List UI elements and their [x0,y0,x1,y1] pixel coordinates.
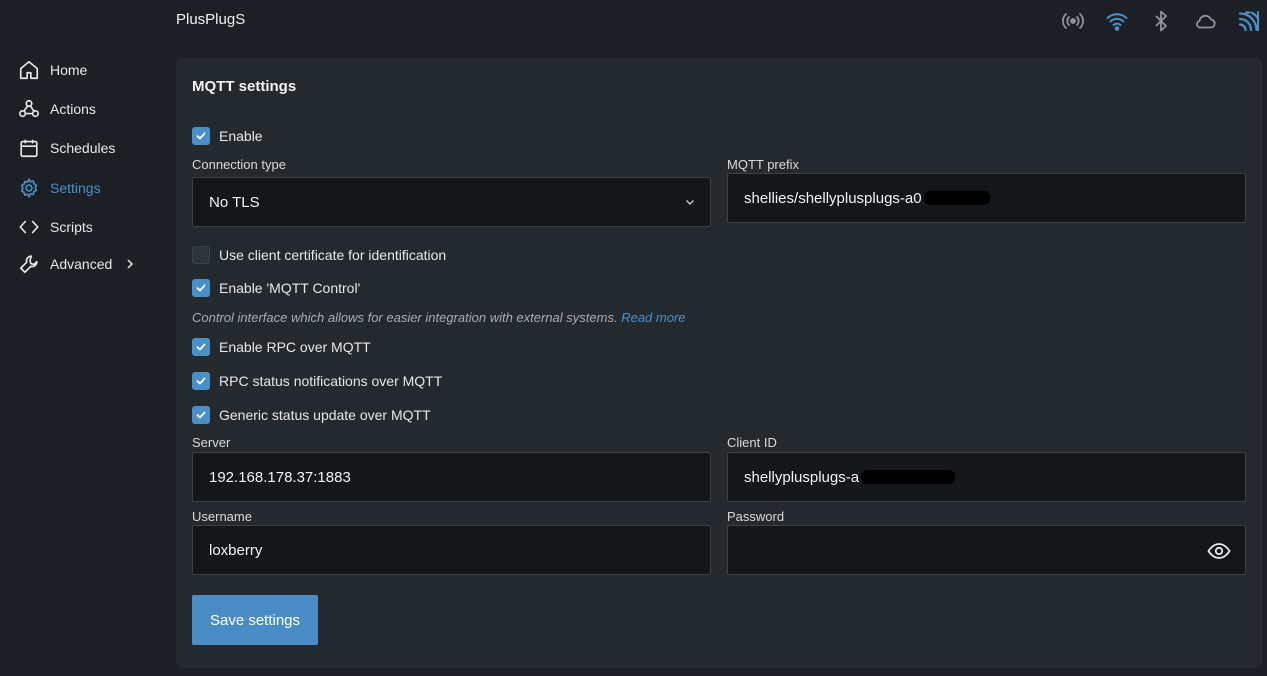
gear-icon [20,178,38,198]
show-password-icon[interactable] [1207,539,1231,563]
wifi-icon[interactable] [1105,8,1129,34]
sidebar-item-actions[interactable]: Actions [18,96,96,122]
sidebar: Home Actions Schedules Settings Scripts … [0,0,170,676]
enable-checkbox-row[interactable]: Enable [192,126,263,146]
rpc-status-label: RPC status notifications over MQTT [219,373,443,389]
app-root: Home Actions Schedules Settings Scripts … [0,0,1267,676]
connection-type-value: No TLS [209,193,260,211]
connection-type-label: Connection type [192,157,286,172]
enable-label: Enable [219,128,263,144]
sidebar-item-label: Home [50,62,88,78]
mqtt-prefix-input[interactable]: shellies/shellyplusplugs-a0 [727,173,1246,223]
mqtt-feed-icon[interactable] [1237,8,1261,34]
sidebar-item-label: Settings [50,180,101,196]
generic-status-checkbox-row[interactable]: Generic status update over MQTT [192,405,431,425]
rpc-status-checkbox[interactable] [192,372,210,390]
server-label: Server [192,435,231,450]
mqtt-settings-panel: MQTT settings Enable Connection type No … [176,58,1262,668]
sidebar-item-schedules[interactable]: Schedules [18,135,115,161]
broadcast-icon[interactable] [1061,8,1085,34]
rpc-label: Enable RPC over MQTT [219,339,371,355]
hint-text: Control interface which allows for easie… [192,310,618,325]
calendar-icon [20,139,38,158]
checkmark-icon [196,343,206,351]
client-cert-checkbox-row[interactable]: Use client certificate for identificatio… [192,245,446,265]
panel-title: MQTT settings [192,78,297,95]
password-label: Password [727,509,785,524]
chevron-down-icon [686,200,694,205]
sidebar-item-label: Scripts [50,219,93,235]
password-input[interactable] [727,525,1246,575]
sidebar-item-scripts[interactable]: Scripts [18,214,93,240]
mqtt-control-label: Enable 'MQTT Control' [219,280,361,296]
checkmark-icon [196,411,206,419]
chevron-right-icon [127,259,134,269]
rpc-checkbox-row[interactable]: Enable RPC over MQTT [192,337,371,357]
device-title: PlusPlugS [176,11,246,28]
bluetooth-icon[interactable] [1149,8,1173,34]
sidebar-item-label: Actions [50,101,96,117]
mqtt-control-hint: Control interface which allows for easie… [192,310,686,325]
home-icon [19,60,39,80]
sidebar-item-settings[interactable]: Settings [18,175,101,201]
client-id-input[interactable]: shellyplusplugs-a [727,452,1246,502]
client-id-label: Client ID [727,435,777,450]
mqtt-control-checkbox-row[interactable]: Enable 'MQTT Control' [192,278,360,298]
cloud-icon[interactable] [1193,8,1217,34]
username-input[interactable]: loxberry [192,525,711,575]
username-label: Username [192,509,252,524]
save-settings-button[interactable]: Save settings [192,595,318,645]
mqtt-control-checkbox[interactable] [192,279,210,297]
webhook-icon [19,99,39,118]
sidebar-item-label: Advanced [50,256,113,272]
server-input[interactable]: 192.168.178.37:1883 [192,452,711,502]
username-value: loxberry [209,541,263,559]
checkmark-icon [196,284,206,292]
client-cert-label: Use client certificate for identificatio… [219,247,447,263]
generic-status-checkbox[interactable] [192,406,210,424]
wrench-icon [19,255,38,274]
mqtt-prefix-label: MQTT prefix [727,157,799,172]
sidebar-item-label: Schedules [50,140,116,156]
client-cert-checkbox[interactable] [192,246,210,264]
mqtt-prefix-value: shellies/shellyplusplugs-a0 [744,189,922,207]
status-icons [1061,8,1261,34]
rpc-checkbox[interactable] [192,338,210,356]
code-icon [19,220,39,234]
rpc-status-checkbox-row[interactable]: RPC status notifications over MQTT [192,371,442,391]
sidebar-item-advanced[interactable]: Advanced [18,251,136,277]
client-id-value: shellyplusplugs-a [744,468,860,486]
sidebar-item-home[interactable]: Home [18,57,87,83]
read-more-link[interactable]: Read more [621,310,685,325]
connection-type-select[interactable]: No TLS [192,177,711,227]
checkmark-icon [196,132,206,140]
generic-status-label: Generic status update over MQTT [219,407,431,423]
checkmark-icon [196,377,206,385]
redaction-mark [923,191,990,205]
server-value: 192.168.178.37:1883 [209,468,351,486]
enable-checkbox[interactable] [192,127,210,145]
redaction-mark [861,470,956,484]
